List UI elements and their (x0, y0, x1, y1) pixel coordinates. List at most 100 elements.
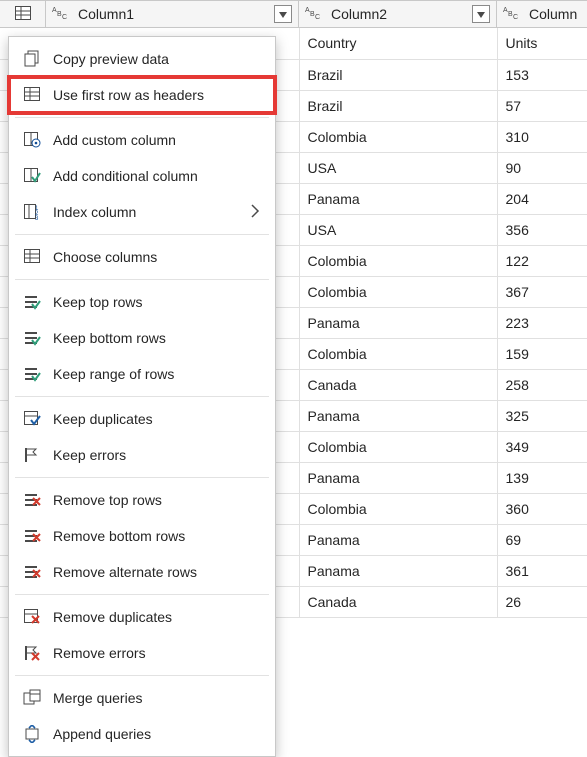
copy-icon (21, 50, 43, 68)
menu-keep-range-rows[interactable]: Keep range of rows (9, 356, 275, 392)
cell-col2[interactable]: USA (299, 214, 497, 245)
column-name: Column (529, 6, 577, 22)
menu-label: Remove errors (53, 645, 146, 661)
cell-col2[interactable]: Colombia (299, 276, 497, 307)
cell-col3[interactable]: 356 (497, 214, 587, 245)
menu-index-column[interactable]: Index column (9, 194, 275, 230)
table-icon (21, 86, 43, 104)
cell-col3[interactable]: 90 (497, 152, 587, 183)
menu-remove-errors[interactable]: Remove errors (9, 635, 275, 671)
cell-col2[interactable]: Colombia (299, 121, 497, 152)
column-name: Column2 (331, 6, 387, 22)
cell-col3[interactable]: 57 (497, 90, 587, 121)
remove-duplicates-icon (21, 608, 43, 626)
menu-label: Merge queries (53, 690, 143, 706)
table-icon (21, 248, 43, 266)
cell-col3[interactable]: 361 (497, 555, 587, 586)
remove-rows-icon (21, 491, 43, 509)
cell-col3[interactable]: 122 (497, 245, 587, 276)
menu-label: Keep bottom rows (53, 330, 166, 346)
menu-remove-duplicates[interactable]: Remove duplicates (9, 599, 275, 635)
cell-col3[interactable]: 159 (497, 338, 587, 369)
separator (15, 279, 269, 280)
cell-col3[interactable]: 26 (497, 586, 587, 617)
append-icon (21, 725, 43, 743)
cell-col3[interactable]: Units (497, 28, 587, 59)
cell-col2[interactable]: Panama (299, 183, 497, 214)
menu-remove-top-rows[interactable]: Remove top rows (9, 482, 275, 518)
cell-col2[interactable]: Panama (299, 555, 497, 586)
cell-col3[interactable]: 258 (497, 369, 587, 400)
table-context-menu: Copy preview data Use first row as heade… (8, 36, 276, 757)
menu-choose-columns[interactable]: Choose columns (9, 239, 275, 275)
cell-col2[interactable]: Panama (299, 462, 497, 493)
menu-label: Choose columns (53, 249, 157, 265)
keep-rows-icon (21, 293, 43, 311)
menu-keep-duplicates[interactable]: Keep duplicates (9, 401, 275, 437)
cell-col2[interactable]: Canada (299, 369, 497, 400)
cell-col3[interactable]: 325 (497, 400, 587, 431)
cell-col2[interactable]: Canada (299, 586, 497, 617)
menu-label: Add conditional column (53, 168, 198, 184)
conditional-column-icon (21, 167, 43, 185)
cell-col3[interactable]: 223 (497, 307, 587, 338)
cell-col3[interactable]: 139 (497, 462, 587, 493)
cell-col2[interactable]: Colombia (299, 431, 497, 462)
cell-col3[interactable]: 310 (497, 121, 587, 152)
menu-keep-top-rows[interactable]: Keep top rows (9, 284, 275, 320)
menu-keep-bottom-rows[interactable]: Keep bottom rows (9, 320, 275, 356)
column-filter-button[interactable] (472, 5, 490, 23)
flag-icon (21, 446, 43, 464)
cell-col2[interactable]: Colombia (299, 245, 497, 276)
keep-rows-icon (21, 365, 43, 383)
cell-col3[interactable]: 204 (497, 183, 587, 214)
menu-label: Add custom column (53, 132, 176, 148)
menu-label: Keep top rows (53, 294, 143, 310)
column-header-2[interactable]: ABC Column2 (299, 1, 497, 27)
menu-label: Keep range of rows (53, 366, 174, 382)
svg-text:C: C (315, 14, 320, 21)
caret-down-icon (474, 7, 488, 21)
svg-text:C: C (513, 14, 518, 21)
menu-remove-alternate-rows[interactable]: Remove alternate rows (9, 554, 275, 590)
cell-col3[interactable]: 360 (497, 493, 587, 524)
menu-add-conditional-column[interactable]: Add conditional column (9, 158, 275, 194)
menu-remove-bottom-rows[interactable]: Remove bottom rows (9, 518, 275, 554)
merge-icon (21, 689, 43, 707)
cell-col2[interactable]: Panama (299, 307, 497, 338)
cell-col2[interactable]: Brazil (299, 59, 497, 90)
menu-append-queries[interactable]: Append queries (9, 716, 275, 752)
column-header-1[interactable]: ABC Column1 (46, 1, 299, 27)
datatype-icon: ABC (503, 5, 523, 23)
cell-col2[interactable]: Country (299, 28, 497, 59)
cell-col2[interactable]: Panama (299, 400, 497, 431)
column-header-row: ABC Column1 ABC Column2 ABC Column (0, 0, 587, 28)
column-filter-button[interactable] (274, 5, 292, 23)
cell-col3[interactable]: 153 (497, 59, 587, 90)
separator (15, 396, 269, 397)
column-header-3[interactable]: ABC Column (497, 1, 587, 27)
cell-col3[interactable]: 367 (497, 276, 587, 307)
cell-col2[interactable]: Brazil (299, 90, 497, 121)
custom-column-icon (21, 131, 43, 149)
menu-label: Remove duplicates (53, 609, 172, 625)
menu-copy-preview[interactable]: Copy preview data (9, 41, 275, 77)
menu-label: Remove top rows (53, 492, 162, 508)
table-options-button[interactable] (0, 1, 46, 27)
menu-label: Keep duplicates (53, 411, 153, 427)
menu-merge-queries[interactable]: Merge queries (9, 680, 275, 716)
menu-keep-errors[interactable]: Keep errors (9, 437, 275, 473)
keep-duplicates-icon (21, 410, 43, 428)
svg-text:C: C (62, 14, 67, 21)
cell-col2[interactable]: USA (299, 152, 497, 183)
cell-col3[interactable]: 349 (497, 431, 587, 462)
menu-add-custom-column[interactable]: Add custom column (9, 122, 275, 158)
cell-col2[interactable]: Colombia (299, 493, 497, 524)
menu-label: Remove alternate rows (53, 564, 197, 580)
cell-col3[interactable]: 69 (497, 524, 587, 555)
cell-col2[interactable]: Panama (299, 524, 497, 555)
menu-use-first-row-as-headers[interactable]: Use first row as headers (9, 77, 275, 113)
menu-label: Index column (53, 204, 136, 220)
cell-col2[interactable]: Colombia (299, 338, 497, 369)
flag-x-icon (21, 644, 43, 662)
